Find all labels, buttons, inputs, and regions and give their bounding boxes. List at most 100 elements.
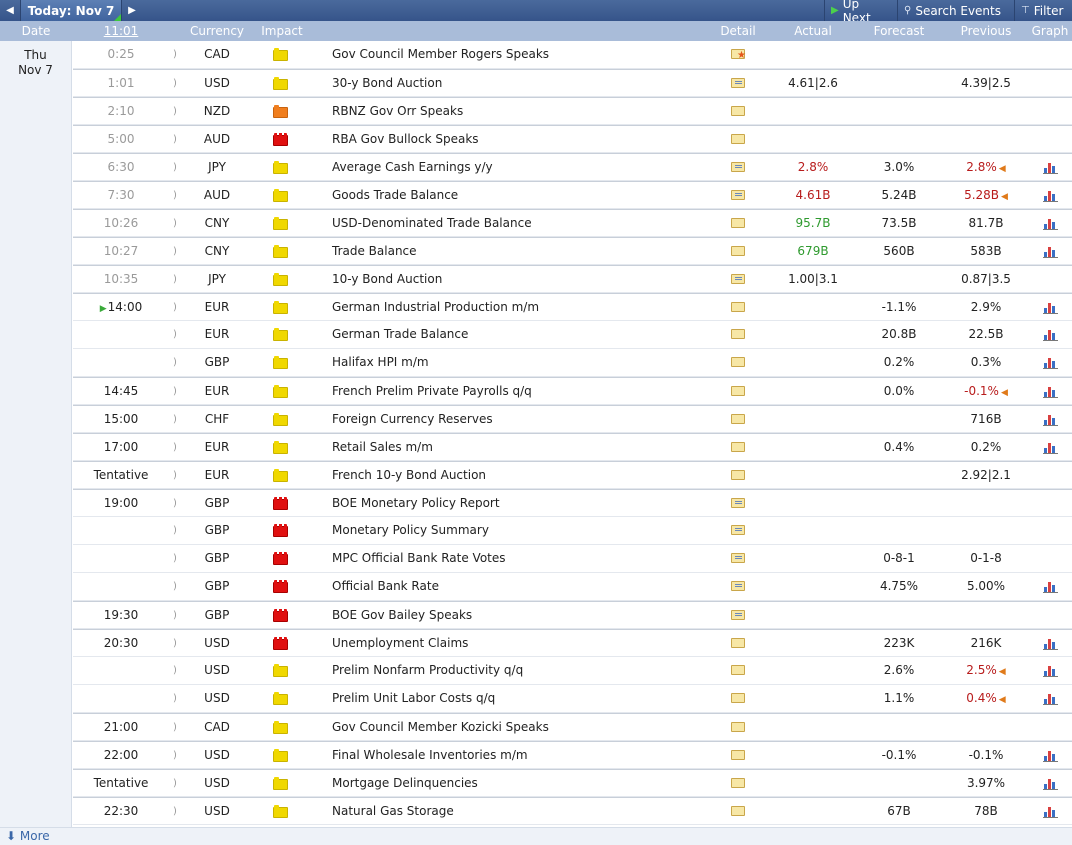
event-title[interactable]: French 10-y Bond Auction [332, 462, 712, 489]
impact-indicator[interactable] [271, 714, 291, 741]
speaker-icon[interactable]: ) [169, 210, 181, 237]
event-title[interactable]: German Trade Balance [332, 321, 712, 348]
impact-indicator[interactable] [271, 294, 291, 321]
event-row[interactable]: 19:00) GBP BOE Monetary Policy Report [73, 489, 1072, 517]
event-title[interactable]: Prelim Nonfarm Productivity q/q [332, 657, 712, 684]
impact-indicator[interactable] [271, 685, 291, 712]
event-title[interactable]: MPC Official Bank Rate Votes [332, 545, 712, 572]
today-button[interactable]: Today: Nov 7 [21, 0, 121, 21]
event-row[interactable]: 17:00) EUR Retail Sales m/m 0.4% 0.2% [73, 433, 1072, 461]
event-title[interactable]: Gov Council Member Kozicki Speaks [332, 714, 712, 741]
event-row[interactable]: ) GBP Halifax HPI m/m 0.2% 0.3% [73, 349, 1072, 377]
event-row[interactable]: 19:30) GBP BOE Gov Bailey Speaks [73, 601, 1072, 629]
previous-day-button[interactable]: ◀ [0, 0, 21, 21]
speaker-icon[interactable]: ) [169, 126, 181, 153]
detail-button[interactable] [730, 406, 746, 433]
graph-button[interactable] [1041, 294, 1059, 321]
detail-button[interactable] [730, 434, 746, 461]
event-title[interactable]: Average Cash Earnings y/y [332, 154, 712, 181]
speaker-icon[interactable]: ) [169, 378, 181, 405]
impact-indicator[interactable] [271, 154, 291, 181]
speaker-icon[interactable]: ) [169, 685, 181, 712]
speaker-icon[interactable]: ) [169, 98, 181, 125]
impact-indicator[interactable] [271, 378, 291, 405]
detail-button[interactable] [730, 294, 746, 321]
event-title[interactable]: BOE Gov Bailey Speaks [332, 602, 712, 629]
detail-button[interactable] [730, 714, 746, 741]
impact-indicator[interactable] [271, 545, 291, 572]
impact-indicator[interactable] [271, 602, 291, 629]
impact-indicator[interactable] [271, 70, 291, 97]
detail-button[interactable] [730, 685, 746, 712]
graph-button[interactable] [1041, 321, 1059, 348]
current-time-clock[interactable]: 11:01 [96, 21, 146, 41]
event-row[interactable]: 21:00) CAD Gov Council Member Kozicki Spea… [73, 713, 1072, 741]
detail-button[interactable] [730, 378, 746, 405]
graph-button[interactable] [1041, 182, 1059, 209]
detail-button[interactable] [730, 657, 746, 684]
event-row[interactable]: Tentative) USD Mortgage Delinquencies 3.97% [73, 769, 1072, 797]
speaker-icon[interactable]: ) [169, 238, 181, 265]
detail-button[interactable] [730, 349, 746, 376]
event-title[interactable]: RBNZ Gov Orr Speaks [332, 98, 712, 125]
speaker-icon[interactable]: ) [169, 657, 181, 684]
speaker-icon[interactable]: ) [169, 434, 181, 461]
impact-indicator[interactable] [271, 657, 291, 684]
speaker-icon[interactable]: ) [169, 182, 181, 209]
impact-indicator[interactable] [271, 462, 291, 489]
speaker-icon[interactable]: ) [169, 742, 181, 769]
event-row[interactable]: 6:30) JPY Average Cash Earnings y/y 2.8% 3.0… [73, 153, 1072, 181]
event-title[interactable]: Mortgage Delinquencies [332, 770, 712, 797]
detail-button[interactable] [730, 126, 746, 153]
graph-button[interactable] [1041, 742, 1059, 769]
impact-indicator[interactable] [271, 434, 291, 461]
speaker-icon[interactable]: ) [169, 602, 181, 629]
speaker-icon[interactable]: ) [169, 714, 181, 741]
event-title[interactable]: French Prelim Private Payrolls q/q [332, 378, 712, 405]
event-title[interactable]: Retail Sales m/m [332, 434, 712, 461]
event-title[interactable]: Goods Trade Balance [332, 182, 712, 209]
event-title[interactable]: 30-y Bond Auction [332, 70, 712, 97]
speaker-icon[interactable]: ) [169, 545, 181, 572]
impact-indicator[interactable] [271, 210, 291, 237]
impact-indicator[interactable] [271, 742, 291, 769]
event-row[interactable]: 10:35) JPY 10-y Bond Auction 1.00|3.1 0.87|3… [73, 265, 1072, 293]
event-title[interactable]: BOE Monetary Policy Report [332, 490, 712, 517]
graph-button[interactable] [1041, 573, 1059, 600]
event-row[interactable]: 0:25) CAD Gov Council Member Rogers Speaks [73, 41, 1072, 69]
search-events-button[interactable]: ⚲ Search Events [897, 0, 1010, 21]
speaker-icon[interactable]: ) [169, 798, 181, 825]
speaker-icon[interactable]: ) [169, 517, 181, 544]
speaker-icon[interactable]: ) [169, 630, 181, 657]
event-row[interactable]: ) EUR German Trade Balance 20.8B 22.5B [73, 321, 1072, 349]
event-title[interactable]: Foreign Currency Reserves [332, 406, 712, 433]
impact-indicator[interactable] [271, 126, 291, 153]
detail-button[interactable] [730, 182, 746, 209]
impact-indicator[interactable] [271, 238, 291, 265]
graph-button[interactable] [1041, 349, 1059, 376]
event-title[interactable]: Trade Balance [332, 238, 712, 265]
event-title[interactable]: Gov Council Member Rogers Speaks [332, 41, 712, 68]
impact-indicator[interactable] [271, 517, 291, 544]
filter-button[interactable]: ⊤ Filter [1014, 0, 1072, 21]
event-row[interactable]: ) USD Prelim Unit Labor Costs q/q 1.1% 0.4% ◀ [73, 685, 1072, 713]
next-day-button[interactable]: ▶ [121, 0, 142, 21]
event-row[interactable]: ) GBP MPC Official Bank Rate Votes 0-8-1 0-1… [73, 545, 1072, 573]
graph-button[interactable] [1041, 798, 1059, 825]
detail-button[interactable] [730, 770, 746, 797]
detail-button[interactable] [730, 742, 746, 769]
event-row[interactable]: 22:30) USD Natural Gas Storage 67B 78B [73, 797, 1072, 825]
speaker-icon[interactable]: ) [169, 406, 181, 433]
speaker-icon[interactable]: ) [169, 294, 181, 321]
detail-button[interactable] [730, 490, 746, 517]
detail-button[interactable] [730, 462, 746, 489]
detail-button[interactable] [730, 602, 746, 629]
impact-indicator[interactable] [271, 266, 291, 293]
graph-button[interactable] [1041, 154, 1059, 181]
graph-button[interactable] [1041, 657, 1059, 684]
event-row[interactable]: ▶14:00) EUR German Industrial Production m… [73, 293, 1072, 321]
graph-button[interactable] [1041, 238, 1059, 265]
impact-indicator[interactable] [271, 798, 291, 825]
impact-indicator[interactable] [271, 630, 291, 657]
detail-button[interactable] [730, 630, 746, 657]
